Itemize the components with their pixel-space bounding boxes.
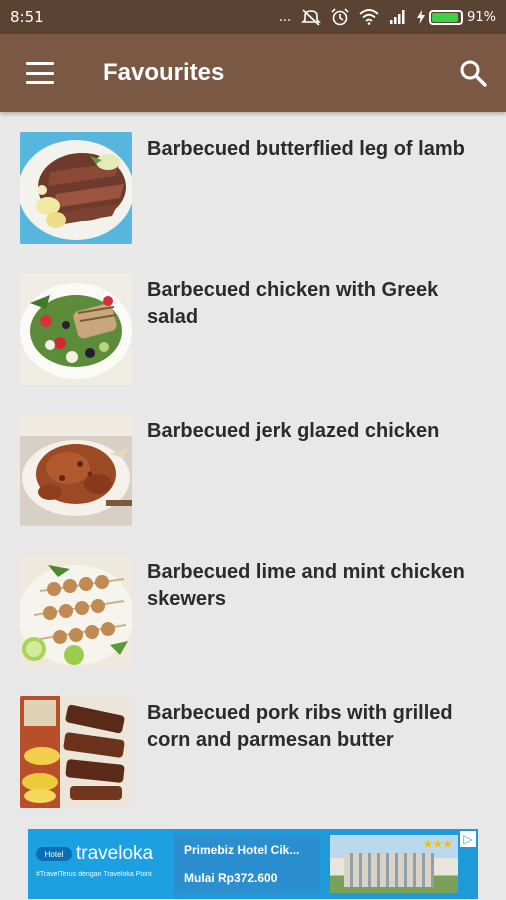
chicken-skewers-dish-thumbnail <box>20 555 132 667</box>
pork-ribs-dish-thumbnail <box>20 696 132 808</box>
recipe-row[interactable]: Barbecued chicken with Greek salad <box>0 253 506 394</box>
status-time: 8:51 <box>10 8 44 26</box>
hamburger-menu-icon[interactable] <box>26 62 54 84</box>
recipe-row[interactable]: Barbecued butterflied leg of lamb <box>0 112 506 253</box>
ad-star-rating: ★★★ <box>422 837 453 851</box>
ad-brand: Hotel traveloka <box>36 843 174 865</box>
wifi-icon <box>359 9 379 25</box>
hotel-building-image <box>344 853 434 887</box>
mute-icon <box>301 9 322 26</box>
recipe-row[interactable]: Barbecued jerk glazed chicken <box>0 394 506 535</box>
battery-icon <box>429 9 464 25</box>
recipe-title: Barbecued pork ribs with grilled corn an… <box>147 702 453 751</box>
recipe-title: Barbecued jerk glazed chicken <box>147 420 440 442</box>
battery-level <box>432 12 458 22</box>
battery-percent: 91% <box>467 9 496 25</box>
recipe-row[interactable]: Barbecued lime and mint chicken skewers <box>0 535 506 676</box>
charging-icon <box>417 10 426 24</box>
lamb-dish-thumbnail <box>20 132 132 244</box>
ad-tagline: #TravelTerus dengan Traveloka Point <box>36 871 152 878</box>
ad-hotel-image: ★★★ <box>330 835 458 893</box>
ad-choices-icon[interactable]: ▷ <box>460 831 476 847</box>
ad-badge: Hotel <box>36 847 72 861</box>
search-icon[interactable] <box>458 58 488 88</box>
ad-price: Mulai Rp372.600 <box>184 871 278 885</box>
recipe-title: Barbecued chicken with Greek salad <box>147 279 439 328</box>
ad-brand-name: traveloka <box>76 843 154 864</box>
favourites-list: Barbecued butterflied leg of lamb Barbec… <box>0 112 506 817</box>
recipe-title: Barbecued butterflied leg of lamb <box>147 138 465 160</box>
recipe-title: Barbecued lime and mint chicken skewers <box>147 561 465 610</box>
alarm-icon <box>331 8 349 26</box>
status-bar: 8:51 ... 91% <box>0 0 506 34</box>
page-title: Favourites <box>103 59 225 86</box>
signal-icon <box>390 10 405 24</box>
notification-dots: ... <box>278 9 292 25</box>
ad-offer-panel: Primebiz Hotel Cik... Mulai Rp372.600 <box>174 835 320 893</box>
recipe-row[interactable]: Barbecued pork ribs with grilled corn an… <box>0 676 506 817</box>
chicken-salad-dish-thumbnail <box>20 273 132 385</box>
ad-banner[interactable]: Hotel traveloka #TravelTerus dengan Trav… <box>28 829 478 899</box>
battery: 91% <box>417 9 496 25</box>
ad-hotel-name: Primebiz Hotel Cik... <box>184 843 300 857</box>
ad-brand-panel: Hotel traveloka #TravelTerus dengan Trav… <box>28 829 174 899</box>
roast-chicken-dish-thumbnail <box>20 414 132 526</box>
app-bar: Favourites <box>0 34 506 112</box>
status-icons: ... 91% <box>279 8 496 26</box>
